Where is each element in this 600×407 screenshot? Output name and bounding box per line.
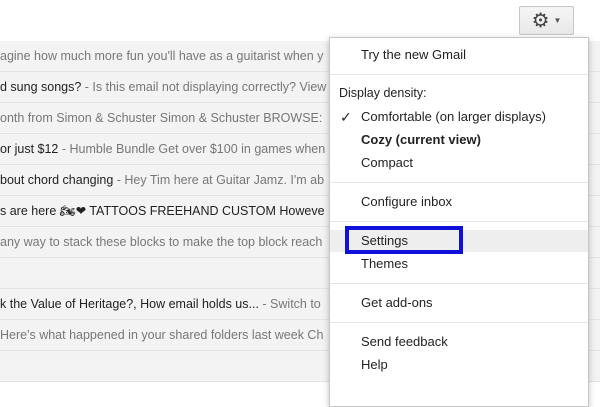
- email-subject: s are here 🏍❤ TATTOOS FREEHAND CUSTOM Ho…: [0, 204, 325, 218]
- email-subject: bout chord changing: [0, 173, 114, 187]
- settings-gear-button[interactable]: ⚙ ▼: [519, 6, 574, 35]
- menu-item-comfortable[interactable]: ✓ Comfortable (on larger displays): [330, 106, 588, 128]
- checkmark-icon: ✓: [340, 109, 352, 125]
- menu-item-try-new-gmail[interactable]: Try the new Gmail: [330, 44, 588, 66]
- email-snippet: Here's what happened in your shared fold…: [0, 328, 324, 342]
- menu-divider: [330, 322, 588, 323]
- display-density-label: Display density:: [339, 86, 427, 100]
- menu-item-label: Compact: [361, 155, 414, 170]
- email-snippet: any way to stack these blocks to make th…: [0, 235, 323, 249]
- menu-item-send-feedback[interactable]: Send feedback: [330, 331, 588, 353]
- menu-item-label: Themes: [361, 256, 408, 271]
- menu-item-label: Try the new Gmail: [361, 47, 466, 62]
- email-subject: k the Value of Heritage?, How email hold…: [0, 297, 259, 311]
- email-subject: or just $12: [0, 142, 59, 156]
- menu-item-compact[interactable]: Compact: [330, 152, 588, 174]
- email-row-text: s are here 🏍❤ TATTOOS FREEHAND CUSTOM Ho…: [0, 196, 325, 226]
- email-snippet: onth from Simon & Schuster Simon & Schus…: [0, 111, 323, 125]
- menu-item-settings[interactable]: Settings: [330, 230, 588, 252]
- email-snippet: - Humble Bundle Get over $100 in games w…: [58, 142, 326, 156]
- menu-item-get-addons[interactable]: Get add-ons: [330, 292, 588, 314]
- email-row-text: any way to stack these blocks to make th…: [0, 227, 323, 257]
- email-row-text: Here's what happened in your shared fold…: [0, 320, 324, 350]
- menu-divider: [330, 221, 588, 222]
- gear-icon: ⚙: [531, 9, 550, 32]
- menu-item-cozy[interactable]: Cozy (current view): [330, 129, 588, 151]
- menu-divider: [330, 283, 588, 284]
- menu-item-label: Settings: [361, 233, 408, 248]
- menu-item-label: Configure inbox: [361, 194, 453, 209]
- menu-item-help[interactable]: Help: [330, 354, 588, 376]
- email-row-text: d sung songs? - Is this email not displa…: [0, 72, 327, 102]
- email-snippet: - Is this email not displaying correctly…: [81, 80, 327, 94]
- menu-divider: [330, 182, 588, 183]
- email-snippet: - Hey Tim here at Guitar Jamz. I'm ab: [113, 173, 325, 187]
- chevron-down-icon: ▼: [553, 15, 562, 25]
- menu-item-themes[interactable]: Themes: [330, 253, 588, 275]
- email-row-text: or just $12 - Humble Bundle Get over $10…: [0, 134, 326, 164]
- email-row-text: agine how much more fun you'll have as a…: [0, 41, 324, 71]
- menu-item-label: Send feedback: [361, 334, 448, 349]
- menu-item-label: Cozy (current view): [361, 132, 481, 147]
- email-row-text: bout chord changing - Hey Tim here at Gu…: [0, 165, 325, 195]
- menu-item-label: Comfortable (on larger displays): [361, 109, 546, 124]
- email-row-text: onth from Simon & Schuster Simon & Schus…: [0, 103, 323, 133]
- email-snippet: - Switch to: [258, 297, 321, 311]
- email-snippet: agine how much more fun you'll have as a…: [0, 49, 324, 63]
- email-row-text: k the Value of Heritage?, How email hold…: [0, 289, 321, 319]
- menu-item-configure-inbox[interactable]: Configure inbox: [330, 191, 588, 213]
- menu-item-label: Get add-ons: [361, 295, 433, 310]
- settings-dropdown-menu: Try the new Gmail Display density: ✓ Com…: [329, 37, 589, 407]
- menu-item-label: Help: [361, 357, 388, 372]
- menu-divider: [330, 74, 588, 75]
- email-subject: d sung songs?: [0, 80, 82, 94]
- top-toolbar: ⚙ ▼: [0, 0, 600, 41]
